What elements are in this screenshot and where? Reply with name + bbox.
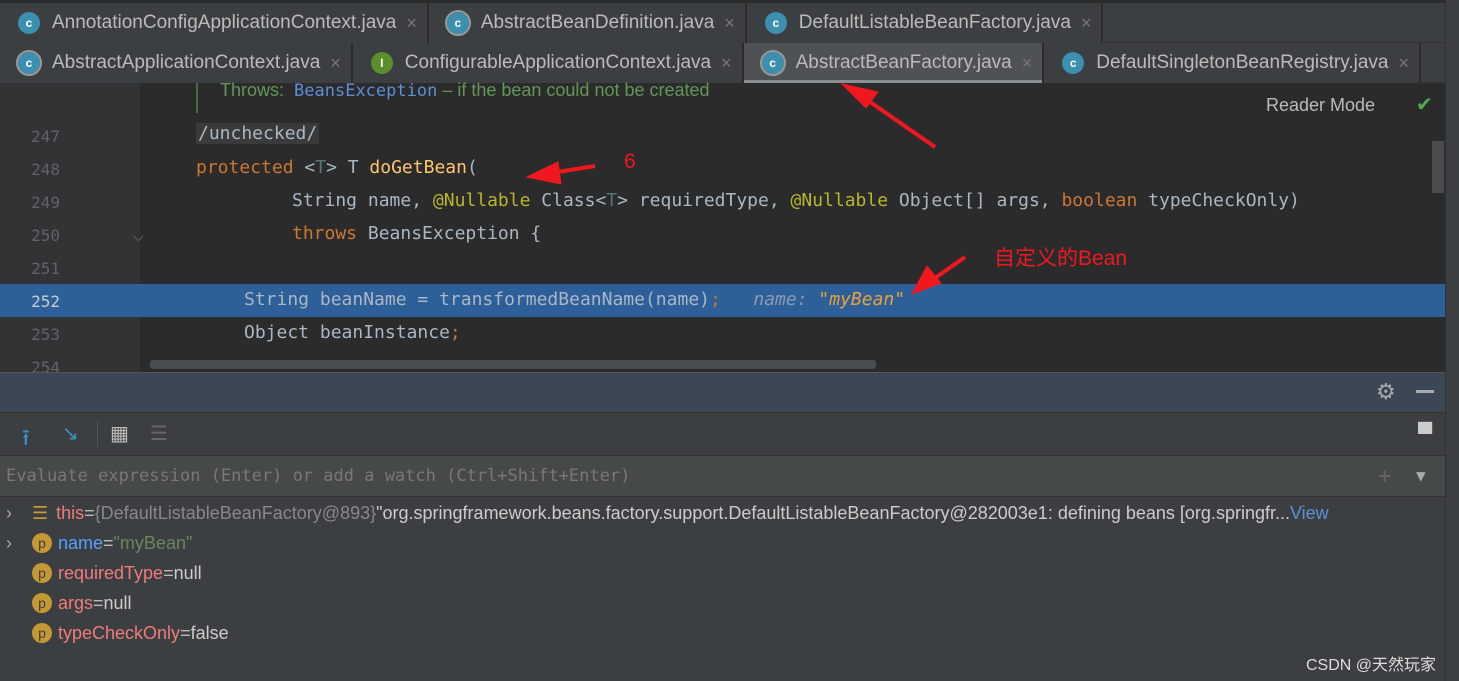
variable-row[interactable]: › p name = "myBean" <box>0 528 192 558</box>
parameter-icon: p <box>32 563 52 583</box>
step-out-icon[interactable]: ⭱ <box>22 421 30 459</box>
add-watch-icon[interactable]: + <box>1378 464 1391 489</box>
annotation-custom-bean: 自定义的Bean <box>994 247 1128 270</box>
watermark: CSDN @天然玩家 <box>1306 657 1437 674</box>
gear-icon[interactable]: ⚙ <box>1376 379 1396 405</box>
field-stack-icon: ☰ <box>32 502 49 523</box>
annotation-step: 6 <box>624 150 636 173</box>
parameter-icon: p <box>32 623 52 643</box>
parameter-icon: p <box>32 533 52 553</box>
parameter-icon: p <box>32 593 52 613</box>
layout-icon[interactable]: ▀ <box>1418 423 1432 446</box>
evaluate-expression-input[interactable]: Evaluate expression (Enter) or add a wat… <box>0 455 1445 497</box>
variable-row[interactable]: p typeCheckOnly = false <box>0 618 229 648</box>
expand-chevron-icon[interactable]: › <box>0 503 32 524</box>
variable-row[interactable]: › ☰ this = {DefaultListableBeanFactory@893… <box>0 498 1329 528</box>
right-tool-strip <box>1445 0 1459 681</box>
variables-list: › ☰ this = {DefaultListableBeanFactory@893… <box>0 497 1445 681</box>
run-to-cursor-icon[interactable]: ↘ <box>62 421 79 446</box>
dropdown-icon[interactable]: ▼ <box>1416 466 1426 485</box>
variable-row[interactable]: p args = null <box>0 588 132 618</box>
evaluate-expression-icon[interactable]: ▦ <box>110 421 129 446</box>
debug-toolbar: ⭱ ↘ ▦ ☰ ▀ <box>0 412 1445 455</box>
trace-stream-icon[interactable]: ☰ <box>150 421 168 446</box>
minimize-icon[interactable] <box>1416 390 1434 393</box>
debug-panel-header: ⚙ <box>0 372 1445 412</box>
expand-chevron-icon[interactable]: › <box>0 533 32 554</box>
view-link[interactable]: View <box>1290 503 1329 524</box>
variable-row[interactable]: p requiredType = null <box>0 558 202 588</box>
